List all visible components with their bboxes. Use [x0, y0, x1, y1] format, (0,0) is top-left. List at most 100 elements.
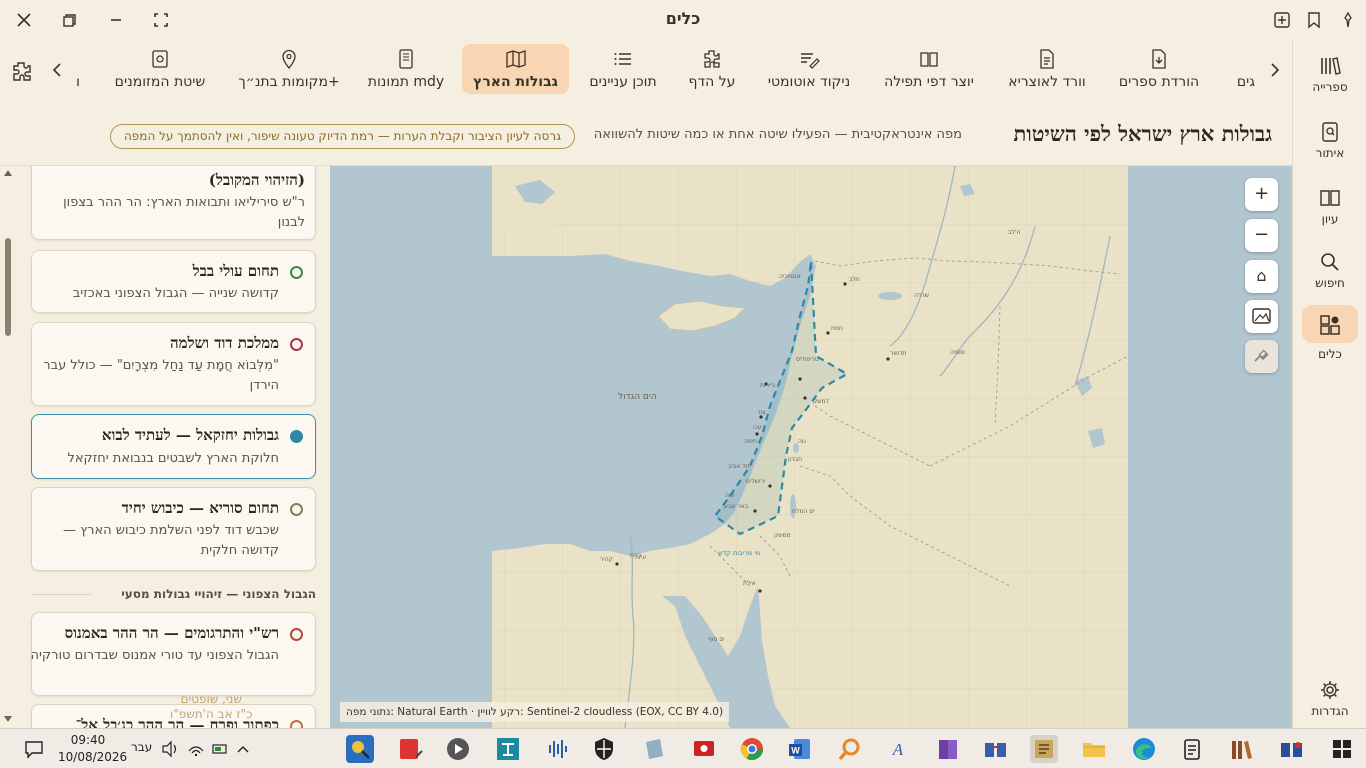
- volume-icon[interactable]: [160, 735, 180, 763]
- borders-map[interactable]: הים הגדול אנטיוכיה חלב חמת תדמור טריפולי…: [330, 166, 1292, 728]
- list-icon: [612, 48, 634, 70]
- place-label: חלב: [849, 276, 860, 283]
- app-purple-book-icon[interactable]: [934, 735, 962, 763]
- svg-text:W: W: [791, 746, 800, 756]
- rail-item-locate[interactable]: איתור: [1302, 116, 1358, 172]
- app-clipboard-icon[interactable]: [1178, 735, 1206, 763]
- rail-item-study[interactable]: עיון: [1302, 182, 1358, 238]
- place-label: חמת: [831, 325, 843, 332]
- satellite-icon: [1254, 349, 1269, 362]
- tool-land-borders[interactable]: גבולות הארץ: [462, 44, 569, 94]
- tray-chevron-up-icon[interactable]: [234, 735, 252, 763]
- notifications-icon[interactable]: [20, 735, 48, 763]
- rail-item-search[interactable]: חיפוש: [1302, 246, 1358, 302]
- method-card[interactable]: (הזיהוי המקובל) ר"ש סיריליאו ותבואות האר…: [31, 166, 316, 240]
- wifi-icon[interactable]: [186, 735, 206, 763]
- method-card-selected[interactable]: גבולות יחזקאל — לעתיד לבוא חלוקת הארץ לש…: [31, 414, 316, 479]
- app-notes-icon[interactable]: [640, 735, 668, 763]
- tablet-icon: [395, 48, 417, 70]
- rail-item-tools[interactable]: כלים: [1302, 305, 1358, 365]
- tool-mezumanim[interactable]: שיטת המזומנים: [110, 44, 210, 94]
- app-screen-recorder-icon[interactable]: [690, 735, 718, 763]
- chevron-right-icon[interactable]: [1264, 60, 1284, 80]
- place-label: עיזה: [635, 554, 647, 561]
- pin-icon: [278, 48, 300, 70]
- app-edge-icon[interactable]: [1130, 735, 1158, 763]
- app-pdf-editor-icon[interactable]: [396, 735, 424, 763]
- place-label: חיפה: [744, 438, 757, 445]
- chevron-left-icon[interactable]: [48, 60, 68, 80]
- method-card-title: תחום סוריא — כיבוש יחיד: [121, 499, 279, 517]
- gear-icon: [1318, 678, 1342, 702]
- battery-icon[interactable]: [210, 735, 230, 763]
- windows-start-icon[interactable]: [1328, 735, 1356, 763]
- book-open-icon: [1318, 186, 1342, 210]
- method-card[interactable]: תחום עולי בבל קדושה שנייה — הגבול הצפוני…: [31, 250, 316, 313]
- toggle-dot[interactable]: [290, 628, 303, 641]
- app-otzaria-icon[interactable]: [1030, 735, 1058, 763]
- input-language[interactable]: עבר: [131, 740, 152, 754]
- tool-table-of-contents[interactable]: תוכן עניינים: [582, 44, 664, 94]
- toggle-dot[interactable]: [290, 430, 303, 443]
- tool-tanakh-places[interactable]: מקומות בתנ״ך+: [236, 44, 342, 94]
- tool-al-hadaf[interactable]: על הדף: [684, 44, 740, 94]
- toggle-dot[interactable]: [290, 503, 303, 516]
- app-search-tool-icon[interactable]: [346, 735, 374, 763]
- app-file-explorer-icon[interactable]: [1080, 735, 1108, 763]
- clock-time: 09:40: [70, 733, 106, 747]
- map-attribution: נתוני מפה: Natural Earth · רקע לוויין: S…: [340, 702, 730, 722]
- app-reader-icon[interactable]: [1278, 735, 1306, 763]
- rail-item-settings[interactable]: הגדרות: [1302, 674, 1358, 730]
- app-audio-icon[interactable]: [542, 735, 570, 763]
- tool-partial-right[interactable]: גים: [1232, 44, 1260, 94]
- page-header: גבולות ארץ ישראל לפי השיטות מפה אינטראקט…: [0, 102, 1292, 166]
- zoom-out-button[interactable]: −: [1245, 219, 1278, 252]
- app-library-icon[interactable]: [1228, 735, 1256, 763]
- tool-label: שיטת המזומנים: [114, 74, 206, 90]
- tool-auto-nikud[interactable]: ניקוד אוטומטי: [762, 44, 856, 94]
- app-chrome-icon[interactable]: [738, 735, 766, 763]
- bookmark-icon[interactable]: [1302, 8, 1326, 32]
- tool-prayer-pages[interactable]: יוצר דפי תפילה: [878, 44, 980, 94]
- app-books-icon[interactable]: [982, 735, 1010, 763]
- rail-item-library[interactable]: ספרייה: [1302, 50, 1358, 106]
- method-card[interactable]: ממלכת דוד ושלמה "מִלְּבוֹא חֲמָת עַד נַח…: [31, 322, 316, 406]
- place-label: קהיר: [600, 556, 613, 563]
- zoom-in-button[interactable]: +: [1245, 178, 1278, 211]
- pin-window-icon[interactable]: [1336, 8, 1360, 32]
- panel-scrollbar[interactable]: [0, 166, 16, 728]
- map-canvas[interactable]: [330, 166, 1292, 728]
- beta-warning-badge: גרסה לעיון הציבור וקבלת הערות — רמת הדיו…: [110, 124, 575, 149]
- clock-date: 10/08/2026: [58, 750, 128, 764]
- section-heading: הגבול הצפוני — זיהויי גבולות מסעי: [121, 587, 316, 601]
- home-button[interactable]: ⌂: [1245, 260, 1278, 293]
- tool-word-to-otzaria[interactable]: וורד לאוצריא: [1002, 44, 1092, 94]
- page-title: גבולות ארץ ישראל לפי השיטות: [1013, 121, 1272, 146]
- locate-icon: [1318, 120, 1342, 144]
- export-image-button[interactable]: [1245, 300, 1278, 333]
- method-card[interactable]: רש"י והתרגומים — הר ההר באמנוס הגבול הצפ…: [31, 612, 316, 696]
- os-taskbar: 09:40 10/08/2026 עבר W A: [0, 728, 1366, 768]
- place-label: עכו: [753, 424, 762, 431]
- app-security-icon[interactable]: [590, 735, 618, 763]
- toggle-dot[interactable]: [290, 720, 303, 728]
- app-media-player-icon[interactable]: [444, 735, 472, 763]
- method-card[interactable]: תחום סוריא — כיבוש יחיד שכבש דוד לפני הש…: [31, 487, 316, 571]
- tool-mdy-images[interactable]: תמונות mdy: [366, 44, 446, 94]
- new-tab-icon[interactable]: [1270, 8, 1294, 32]
- methods-panel: (הזיהוי המקובל) ר"ש סיריליאו ותבואות האר…: [0, 166, 330, 728]
- tool-download-books[interactable]: הורדת ספרים: [1112, 44, 1206, 94]
- extensions-icon[interactable]: [10, 60, 32, 82]
- toggle-dot[interactable]: [290, 266, 303, 279]
- clock[interactable]: 09:40 10/08/2026: [58, 732, 128, 766]
- satellite-layer-button[interactable]: [1245, 340, 1278, 373]
- place-label: ים סוף: [708, 636, 725, 643]
- map-icon: [505, 48, 527, 70]
- app-hebrew-tool-icon[interactable]: [494, 735, 522, 763]
- method-card-desc: קדושה שנייה — הגבול הצפוני באכזיב: [72, 286, 279, 301]
- app-word-icon[interactable]: W: [786, 735, 814, 763]
- app-font-tool-icon[interactable]: A: [884, 735, 912, 763]
- app-search-orange-icon[interactable]: [836, 735, 864, 763]
- tool-partial-left[interactable]: ו: [72, 44, 84, 94]
- toggle-dot[interactable]: [290, 338, 303, 351]
